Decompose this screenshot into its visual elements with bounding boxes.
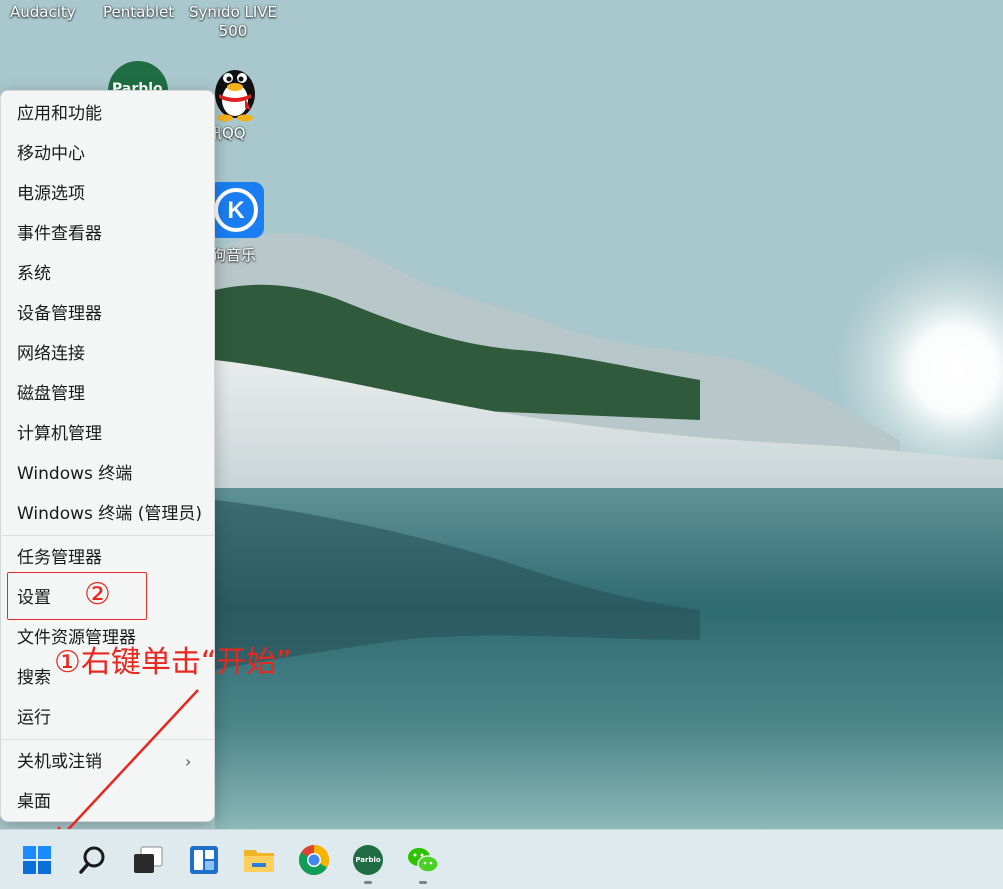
start-button[interactable] bbox=[19, 842, 55, 878]
search-button[interactable] bbox=[75, 842, 111, 878]
menu-item-windows-terminal[interactable]: Windows 终端 bbox=[17, 463, 132, 485]
annotation-highlight-box bbox=[7, 572, 147, 620]
menu-item-windows-terminal-admin[interactable]: Windows 终端 (管理员) bbox=[17, 503, 202, 525]
wechat-button[interactable] bbox=[405, 842, 441, 878]
folder-icon bbox=[244, 850, 274, 872]
menu-item-computer-management[interactable]: 计算机管理 bbox=[17, 423, 102, 445]
chevron-right-icon: › bbox=[185, 752, 192, 771]
desktop-label-synido[interactable]: Synido LIVE 500 bbox=[187, 3, 279, 41]
start-context-menu: 应用和功能 移动中心 电源选项 事件查看器 系统 设备管理器 网络连接 磁盘管理… bbox=[0, 90, 215, 822]
wechat-icon bbox=[408, 848, 439, 873]
chrome-button[interactable] bbox=[296, 842, 332, 878]
widgets-icon bbox=[190, 846, 218, 874]
search-icon bbox=[79, 846, 105, 874]
svg-text:K: K bbox=[227, 197, 245, 224]
menu-item-shutdown-signout[interactable]: 关机或注销 bbox=[17, 751, 102, 773]
task-view-button[interactable] bbox=[130, 842, 166, 878]
menu-item-network-connections[interactable]: 网络连接 bbox=[17, 343, 85, 365]
menu-separator bbox=[2, 739, 214, 740]
parblo-button[interactable]: Parblo bbox=[350, 842, 386, 878]
menu-item-run[interactable]: 运行 bbox=[17, 707, 51, 729]
desktop-label-audacity[interactable]: Audacity bbox=[10, 3, 76, 22]
running-indicator bbox=[364, 881, 372, 884]
parblo-logo-icon: Parblo bbox=[353, 845, 383, 875]
menu-item-disk-management[interactable]: 磁盘管理 bbox=[17, 383, 85, 405]
widgets-button[interactable] bbox=[186, 842, 222, 878]
menu-item-task-manager[interactable]: 任务管理器 bbox=[17, 547, 102, 569]
menu-item-event-viewer[interactable]: 事件查看器 bbox=[17, 223, 102, 245]
desktop-icon-kugou[interactable]: K bbox=[208, 182, 264, 238]
taskbar: Parblo bbox=[0, 829, 1003, 889]
menu-item-search[interactable]: 搜索 bbox=[17, 667, 51, 689]
menu-item-system[interactable]: 系统 bbox=[17, 263, 51, 285]
annotation-step-2: ② bbox=[84, 577, 111, 612]
chrome-icon bbox=[298, 845, 330, 876]
menu-item-device-manager[interactable]: 设备管理器 bbox=[17, 303, 102, 325]
desktop-label-pentablet[interactable]: Pentablet bbox=[103, 3, 174, 22]
file-explorer-button[interactable] bbox=[241, 842, 277, 878]
menu-item-mobility-center[interactable]: 移动中心 bbox=[17, 143, 85, 165]
windows-logo-icon bbox=[23, 846, 51, 874]
menu-item-power-options[interactable]: 电源选项 bbox=[17, 183, 85, 205]
menu-item-apps-features[interactable]: 应用和功能 bbox=[17, 103, 102, 125]
parblo-taskbar-label: Parblo bbox=[355, 856, 381, 864]
annotation-step-1: ①右键单击“开始” bbox=[54, 645, 292, 680]
running-indicator bbox=[419, 881, 427, 884]
menu-item-desktop[interactable]: 桌面 bbox=[17, 791, 51, 813]
task-view-icon bbox=[134, 846, 163, 873]
menu-separator bbox=[2, 535, 214, 536]
kugou-music-icon: K bbox=[214, 188, 258, 232]
